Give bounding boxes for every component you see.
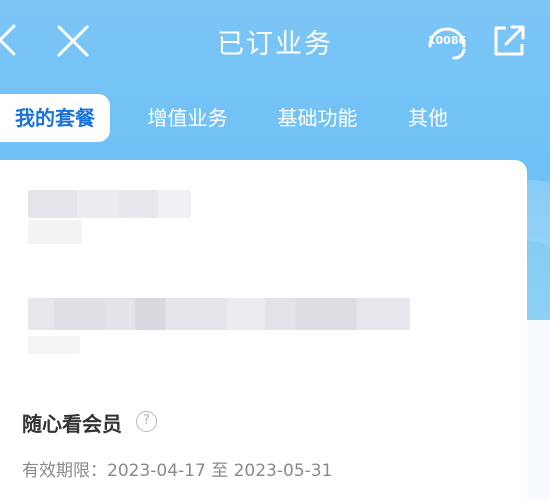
redacted-text-block (28, 298, 410, 330)
redacted-text-block (28, 190, 191, 218)
package-card: 随心看会员 ? 有效期限：2023-04-17 至 2023-05-31 (0, 160, 527, 500)
top-nav-bar: 已订业务 10086 (0, 0, 550, 80)
tab-bar: 我的套餐 增值业务 基础功能 其他 (0, 94, 550, 144)
package-name: 随心看会员 (22, 412, 122, 436)
tab-my-package[interactable]: 我的套餐 (0, 94, 110, 142)
tab-value-added[interactable]: 增值业务 (140, 94, 235, 142)
service-number[interactable]: 10086 (426, 34, 468, 47)
validity-period: 有效期限：2023-04-17 至 2023-05-31 (22, 461, 333, 481)
tab-other[interactable]: 其他 (398, 94, 458, 142)
redacted-text-block (28, 336, 80, 354)
question-circle-icon[interactable]: ? (136, 411, 157, 432)
tab-basic-functions[interactable]: 基础功能 (270, 94, 365, 142)
redacted-text-block (28, 220, 82, 244)
share-icon[interactable] (492, 22, 526, 58)
